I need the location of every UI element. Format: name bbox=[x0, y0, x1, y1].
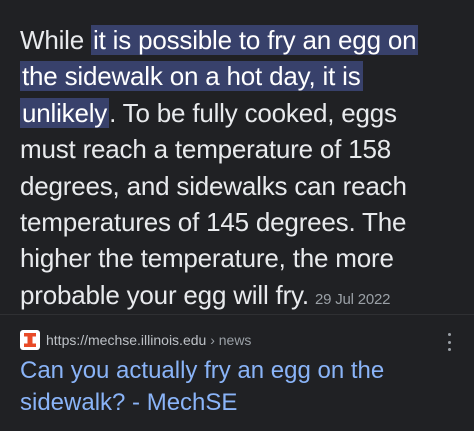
snippet-line-8: probable your egg will fry. 29 Jul 2022 bbox=[20, 277, 460, 318]
illinois-logo-icon bbox=[20, 330, 40, 350]
result-title-line: Can you actually fry an egg on the bbox=[20, 357, 385, 384]
snippet-line-4: must reach a temperature of 158 bbox=[20, 134, 392, 165]
snippet-line-7: higher the temperature, the more bbox=[20, 243, 394, 274]
menu-dot bbox=[447, 348, 451, 351]
snippet-highlight: it is possible to fry an egg on bbox=[91, 25, 419, 55]
result-title-link[interactable]: Can you actually fry an egg on the sidew… bbox=[20, 355, 450, 419]
result-source[interactable]: https://mechse.illinois.edu › news bbox=[20, 330, 454, 350]
snippet-line-1: While it is possible to fry an egg on bbox=[20, 22, 460, 58]
result-url[interactable]: https://mechse.illinois.edu › news bbox=[46, 332, 251, 348]
url-breadcrumb: › news bbox=[206, 332, 252, 348]
snippet-text: probable your egg will fry. bbox=[20, 279, 309, 310]
snippet-highlight: unlikely bbox=[20, 97, 110, 128]
snippet-lead-text: While bbox=[20, 25, 92, 55]
menu-dot bbox=[447, 333, 451, 336]
snippet-line-5: degrees, and sidewalks can reach bbox=[20, 170, 407, 201]
snippet-line-3: unlikely. To be fully cooked, eggs bbox=[20, 95, 460, 131]
snippet-date: 29 Jul 2022 bbox=[314, 290, 391, 308]
more-options-icon[interactable] bbox=[446, 333, 452, 351]
snippet-line-2: the sidewalk on a hot day, it is bbox=[20, 58, 460, 94]
menu-dot bbox=[447, 340, 451, 344]
illinois-block-i-icon bbox=[24, 333, 36, 347]
url-domain: https://mechse.illinois.edu bbox=[46, 332, 207, 348]
snippet-line-6: temperatures of 145 degrees. The bbox=[20, 207, 407, 238]
snippet-highlight: the sidewalk on a hot day, it is bbox=[20, 61, 363, 92]
featured-snippet: While it is possible to fry an egg on th… bbox=[20, 22, 460, 318]
divider bbox=[0, 314, 474, 315]
snippet-text: . To be fully cooked, eggs bbox=[109, 97, 397, 128]
result-title-line: sidewalk? - MechSE bbox=[20, 389, 238, 416]
